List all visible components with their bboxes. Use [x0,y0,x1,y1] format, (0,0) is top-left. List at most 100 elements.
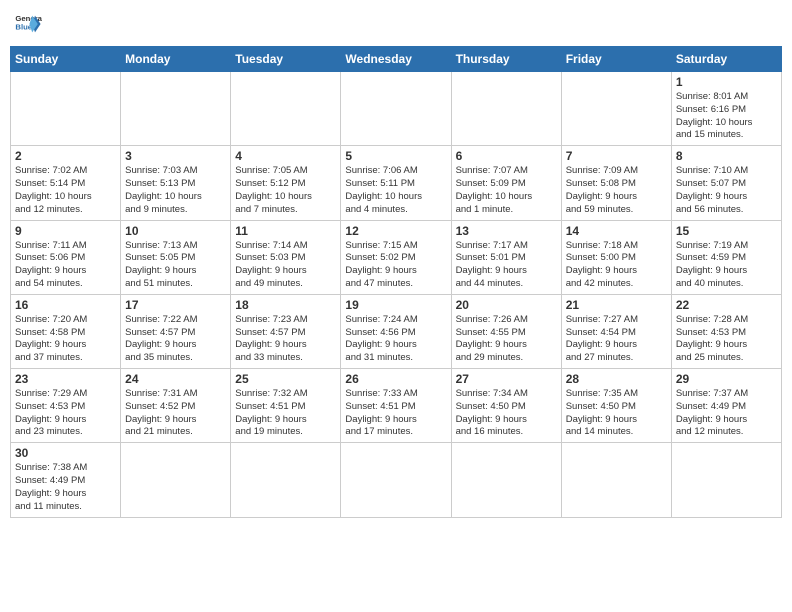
calendar-cell: 25Sunrise: 7:32 AMSunset: 4:51 PMDayligh… [231,369,341,443]
calendar-cell: 24 Sunrise: 7:31 AMSunset: 4:52 PMDayligh… [121,369,231,443]
calendar-cell [231,72,341,146]
calendar-week-row: 9 Sunrise: 7:11 AMSunset: 5:06 PMDaylight… [11,220,782,294]
calendar-week-row: 16 Sunrise: 7:20 AMSunset: 4:58 PMDayligh… [11,294,782,368]
day-number: 20 [456,298,557,312]
day-number: 22 [676,298,777,312]
calendar-cell: 9 Sunrise: 7:11 AMSunset: 5:06 PMDaylight… [11,220,121,294]
day-number: 9 [15,224,116,238]
day-number: 5 [345,149,446,163]
cell-content: Sunrise: 7:22 AMSunset: 4:57 PMDaylight:… [125,314,226,365]
calendar-cell: 3 Sunrise: 7:03 AMSunset: 5:13 PMDaylight… [121,146,231,220]
cell-content: Sunrise: 7:13 AMSunset: 5:05 PMDaylight:… [125,240,226,291]
calendar-cell: 17 Sunrise: 7:22 AMSunset: 4:57 PMDayligh… [121,294,231,368]
cell-content: Sunrise: 7:28 AMSunset: 4:53 PMDaylight:… [676,314,777,365]
cell-content: Sunrise: 7:33 AMSunset: 4:51 PMDaylight:… [345,388,446,439]
day-number: 30 [15,446,116,460]
column-header-tuesday: Tuesday [231,47,341,72]
day-number: 18 [235,298,336,312]
cell-content: Sunrise: 7:03 AMSunset: 5:13 PMDaylight:… [125,165,226,216]
day-number: 15 [676,224,777,238]
calendar-cell [121,72,231,146]
cell-content: Sunrise: 7:05 AMSunset: 5:12 PMDaylight:… [235,165,336,216]
day-number: 4 [235,149,336,163]
page-header: General Blue [10,10,782,38]
cell-content: Sunrise: 7:20 AMSunset: 4:58 PMDaylight:… [15,314,116,365]
cell-content: Sunrise: 7:09 AMSunset: 5:08 PMDaylight:… [566,165,667,216]
calendar-header-row: SundayMondayTuesdayWednesdayThursdayFrid… [11,47,782,72]
calendar-cell: 10 Sunrise: 7:13 AMSunset: 5:05 PMDayligh… [121,220,231,294]
general-blue-logo-icon: General Blue [14,10,42,38]
calendar-cell: 20 Sunrise: 7:26 AMSunset: 4:55 PMDayligh… [451,294,561,368]
calendar-cell [11,72,121,146]
calendar-cell: 22 Sunrise: 7:28 AMSunset: 4:53 PMDayligh… [671,294,781,368]
cell-content: Sunrise: 7:07 AMSunset: 5:09 PMDaylight:… [456,165,557,216]
cell-content: Sunrise: 7:11 AMSunset: 5:06 PMDaylight:… [15,240,116,291]
calendar-cell: 23 Sunrise: 7:29 AMSunset: 4:53 PMDayligh… [11,369,121,443]
cell-content: Sunrise: 7:06 AMSunset: 5:11 PMDaylight:… [345,165,446,216]
calendar-cell: 11Sunrise: 7:14 AMSunset: 5:03 PMDayligh… [231,220,341,294]
calendar-cell: 2 Sunrise: 7:02 AMSunset: 5:14 PMDaylight… [11,146,121,220]
calendar-cell [561,443,671,517]
calendar-cell [451,72,561,146]
day-number: 10 [125,224,226,238]
cell-content: Sunrise: 7:23 AMSunset: 4:57 PMDaylight:… [235,314,336,365]
logo: General Blue [14,10,42,38]
cell-content: Sunrise: 7:02 AMSunset: 5:14 PMDaylight:… [15,165,116,216]
cell-content: Sunrise: 7:10 AMSunset: 5:07 PMDaylight:… [676,165,777,216]
day-number: 24 [125,372,226,386]
calendar-cell: 6 Sunrise: 7:07 AMSunset: 5:09 PMDaylight… [451,146,561,220]
cell-content: Sunrise: 7:17 AMSunset: 5:01 PMDaylight:… [456,240,557,291]
day-number: 14 [566,224,667,238]
calendar-cell: 14Sunrise: 7:18 AMSunset: 5:00 PMDayligh… [561,220,671,294]
calendar-cell: 18 Sunrise: 7:23 AMSunset: 4:57 PMDayligh… [231,294,341,368]
calendar-cell: 1Sunrise: 8:01 AMSunset: 6:16 PMDaylight… [671,72,781,146]
calendar-cell [451,443,561,517]
day-number: 2 [15,149,116,163]
cell-content: Sunrise: 7:37 AMSunset: 4:49 PMDaylight:… [676,388,777,439]
day-number: 11 [235,224,336,238]
day-number: 29 [676,372,777,386]
cell-content: Sunrise: 7:35 AMSunset: 4:50 PMDaylight:… [566,388,667,439]
calendar-cell: 13Sunrise: 7:17 AMSunset: 5:01 PMDayligh… [451,220,561,294]
cell-content: Sunrise: 7:27 AMSunset: 4:54 PMDaylight:… [566,314,667,365]
day-number: 26 [345,372,446,386]
cell-content: Sunrise: 7:38 AMSunset: 4:49 PMDaylight:… [15,462,116,513]
calendar-cell: 30 Sunrise: 7:38 AMSunset: 4:49 PMDayligh… [11,443,121,517]
calendar-cell [341,443,451,517]
cell-content: Sunrise: 7:15 AMSunset: 5:02 PMDaylight:… [345,240,446,291]
day-number: 23 [15,372,116,386]
calendar-cell: 12 Sunrise: 7:15 AMSunset: 5:02 PMDayligh… [341,220,451,294]
day-number: 12 [345,224,446,238]
day-number: 3 [125,149,226,163]
calendar-cell [121,443,231,517]
cell-content: Sunrise: 7:34 AMSunset: 4:50 PMDaylight:… [456,388,557,439]
day-number: 17 [125,298,226,312]
cell-content: Sunrise: 7:24 AMSunset: 4:56 PMDaylight:… [345,314,446,365]
calendar-cell [231,443,341,517]
calendar-cell: 19 Sunrise: 7:24 AMSunset: 4:56 PMDayligh… [341,294,451,368]
calendar-week-row: 2 Sunrise: 7:02 AMSunset: 5:14 PMDaylight… [11,146,782,220]
day-number: 1 [676,75,777,89]
calendar-table: SundayMondayTuesdayWednesdayThursdayFrid… [10,46,782,518]
cell-content: Sunrise: 7:29 AMSunset: 4:53 PMDaylight:… [15,388,116,439]
calendar-cell: 4 Sunrise: 7:05 AMSunset: 5:12 PMDaylight… [231,146,341,220]
column-header-monday: Monday [121,47,231,72]
cell-content: Sunrise: 7:31 AMSunset: 4:52 PMDaylight:… [125,388,226,439]
calendar-cell: 21Sunrise: 7:27 AMSunset: 4:54 PMDayligh… [561,294,671,368]
column-header-friday: Friday [561,47,671,72]
cell-content: Sunrise: 7:32 AMSunset: 4:51 PMDaylight:… [235,388,336,439]
calendar-cell [671,443,781,517]
day-number: 6 [456,149,557,163]
day-number: 19 [345,298,446,312]
calendar-cell: 28Sunrise: 7:35 AMSunset: 4:50 PMDayligh… [561,369,671,443]
day-number: 16 [15,298,116,312]
cell-content: Sunrise: 7:26 AMSunset: 4:55 PMDaylight:… [456,314,557,365]
calendar-week-row: 30 Sunrise: 7:38 AMSunset: 4:49 PMDayligh… [11,443,782,517]
calendar-week-row: 1Sunrise: 8:01 AMSunset: 6:16 PMDaylight… [11,72,782,146]
column-header-saturday: Saturday [671,47,781,72]
calendar-cell: 29 Sunrise: 7:37 AMSunset: 4:49 PMDayligh… [671,369,781,443]
calendar-cell [561,72,671,146]
cell-content: Sunrise: 7:19 AMSunset: 4:59 PMDaylight:… [676,240,777,291]
calendar-cell: 8Sunrise: 7:10 AMSunset: 5:07 PMDaylight… [671,146,781,220]
calendar-cell: 16 Sunrise: 7:20 AMSunset: 4:58 PMDayligh… [11,294,121,368]
